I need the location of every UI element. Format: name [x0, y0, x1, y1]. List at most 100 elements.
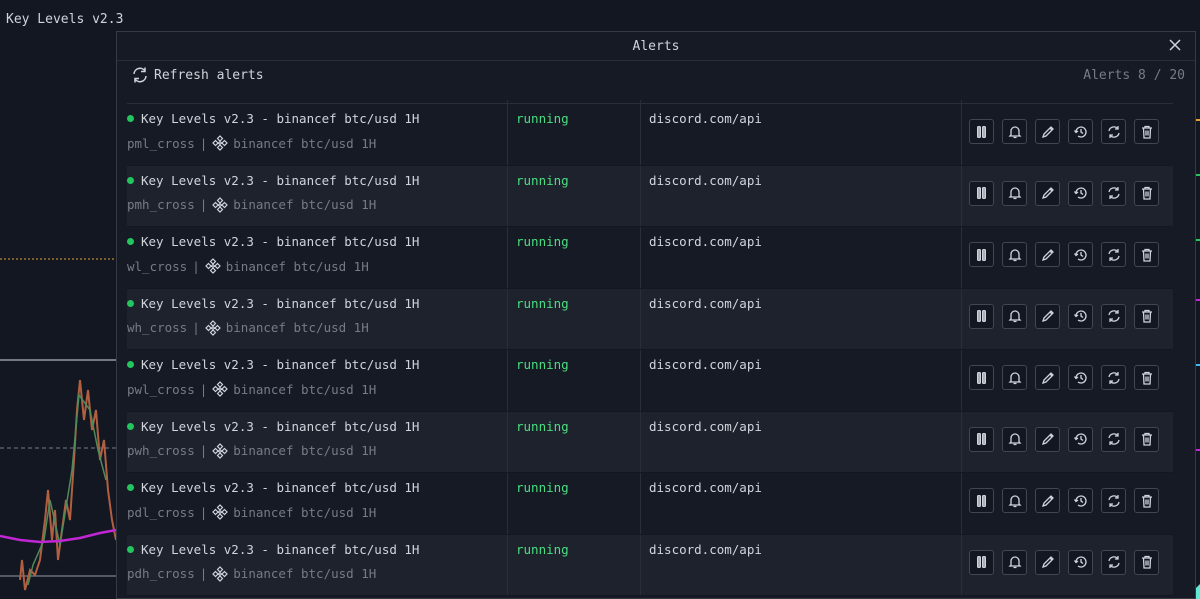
bell-icon [1007, 494, 1022, 507]
pause-icon [976, 248, 986, 261]
history-button[interactable] [1068, 488, 1093, 513]
alert-name: Key Levels v2.3 - binancef btc/usd 1H [141, 295, 420, 311]
edit-button[interactable] [1035, 242, 1060, 267]
alert-symbol: binancef btc/usd 1H [233, 566, 377, 581]
close-icon[interactable] [1167, 37, 1183, 53]
restart-button[interactable] [1101, 242, 1126, 267]
delete-button[interactable] [1134, 549, 1159, 575]
alert-symbol: binancef btc/usd 1H [225, 320, 369, 335]
restart-icon [1107, 187, 1120, 199]
restart-icon [1107, 125, 1120, 138]
pause-button[interactable] [969, 549, 994, 575]
alert-status: running [508, 288, 641, 349]
pause-button[interactable] [969, 119, 994, 144]
history-icon [1073, 371, 1087, 384]
restart-button[interactable] [1101, 180, 1126, 206]
table-row[interactable]: Key Levels v2.3 - binancef btc/usd 1H pm… [127, 104, 1173, 166]
history-button[interactable] [1068, 549, 1093, 575]
restart-button[interactable] [1101, 549, 1126, 575]
restart-button[interactable] [1101, 365, 1126, 390]
alert-symbol: binancef btc/usd 1H [233, 443, 377, 458]
table-row[interactable]: Key Levels v2.3 - binancef btc/usd 1H pd… [127, 473, 1173, 535]
table-row[interactable]: Key Levels v2.3 - binancef btc/usd 1H pw… [127, 411, 1173, 473]
alert-actions [962, 350, 1173, 411]
history-button[interactable] [1068, 242, 1093, 267]
pencil-icon [1041, 248, 1054, 261]
history-button[interactable] [1068, 426, 1093, 452]
table-row[interactable]: Key Levels v2.3 - binancef btc/usd 1H pd… [127, 534, 1173, 596]
pause-button[interactable] [969, 303, 994, 329]
alert-status: running [508, 411, 641, 472]
notify-button[interactable] [1002, 180, 1027, 206]
bell-icon [1007, 248, 1022, 261]
pause-button[interactable] [969, 180, 994, 206]
pause-button[interactable] [969, 488, 994, 513]
edit-button[interactable] [1035, 180, 1060, 206]
history-icon [1073, 125, 1087, 138]
history-button[interactable] [1068, 365, 1093, 390]
binance-icon [212, 381, 229, 397]
table-row[interactable]: Key Levels v2.3 - binancef btc/usd 1H wh… [127, 288, 1173, 350]
trash-icon [1141, 125, 1152, 139]
edit-button[interactable] [1035, 488, 1060, 513]
history-button[interactable] [1068, 303, 1093, 329]
restart-button[interactable] [1101, 303, 1126, 329]
status-dot [127, 361, 134, 368]
table-row[interactable]: Key Levels v2.3 - binancef btc/usd 1H wl… [127, 227, 1173, 289]
pause-icon [976, 494, 986, 507]
delete-button[interactable] [1134, 365, 1159, 390]
separator: | [192, 258, 200, 274]
delete-button[interactable] [1134, 488, 1159, 513]
table-row[interactable]: Key Levels v2.3 - binancef btc/usd 1H pm… [127, 165, 1173, 227]
notify-button[interactable] [1002, 242, 1027, 267]
restart-icon [1107, 248, 1120, 261]
alert-webhook: discord.com/api [641, 227, 962, 288]
alert-condition: pwl_cross [127, 381, 195, 397]
notify-button[interactable] [1002, 303, 1027, 329]
trash-icon [1141, 432, 1152, 446]
restart-button[interactable] [1101, 488, 1126, 513]
edit-button[interactable] [1035, 119, 1060, 144]
status-dot [127, 422, 134, 430]
history-button[interactable] [1068, 180, 1093, 206]
notify-button[interactable] [1002, 426, 1027, 452]
alert-actions [962, 289, 1173, 350]
table-row[interactable]: Key Levels v2.3 - binancef btc/usd 1H pw… [127, 350, 1173, 412]
pause-icon [976, 310, 986, 322]
delete-button[interactable] [1134, 180, 1159, 206]
edit-button[interactable] [1035, 365, 1060, 390]
delete-button[interactable] [1134, 242, 1159, 267]
notify-button[interactable] [1002, 488, 1027, 513]
trash-icon [1141, 555, 1152, 569]
notify-button[interactable] [1002, 365, 1027, 390]
pencil-icon [1041, 125, 1054, 138]
restart-icon [1107, 433, 1120, 445]
pause-button[interactable] [969, 365, 994, 390]
refresh-alerts-button[interactable]: Refresh alerts [131, 66, 264, 84]
notify-button[interactable] [1002, 549, 1027, 575]
restart-button[interactable] [1101, 426, 1126, 452]
pause-button[interactable] [969, 242, 994, 267]
refresh-icon [133, 67, 147, 83]
alert-condition: wl_cross [127, 258, 188, 274]
alert-symbol: binancef btc/usd 1H [233, 504, 377, 520]
alert-name: Key Levels v2.3 - binancef btc/usd 1H [141, 418, 420, 434]
pencil-icon [1041, 556, 1054, 569]
alert-name: Key Levels v2.3 - binancef btc/usd 1H [141, 172, 420, 188]
status-dot [127, 299, 134, 307]
panel-title: Alerts [632, 38, 680, 54]
history-button[interactable] [1068, 119, 1093, 144]
restart-icon [1107, 310, 1120, 322]
delete-button[interactable] [1134, 303, 1159, 329]
history-icon [1073, 248, 1087, 261]
pause-button[interactable] [969, 426, 994, 452]
delete-button[interactable] [1134, 426, 1159, 452]
edit-button[interactable] [1035, 549, 1060, 575]
alert-condition: pmh_cross [127, 197, 195, 212]
delete-button[interactable] [1134, 119, 1159, 144]
edit-button[interactable] [1035, 426, 1060, 452]
history-icon [1073, 187, 1087, 199]
edit-button[interactable] [1035, 303, 1060, 329]
restart-button[interactable] [1101, 119, 1126, 144]
notify-button[interactable] [1002, 119, 1027, 144]
